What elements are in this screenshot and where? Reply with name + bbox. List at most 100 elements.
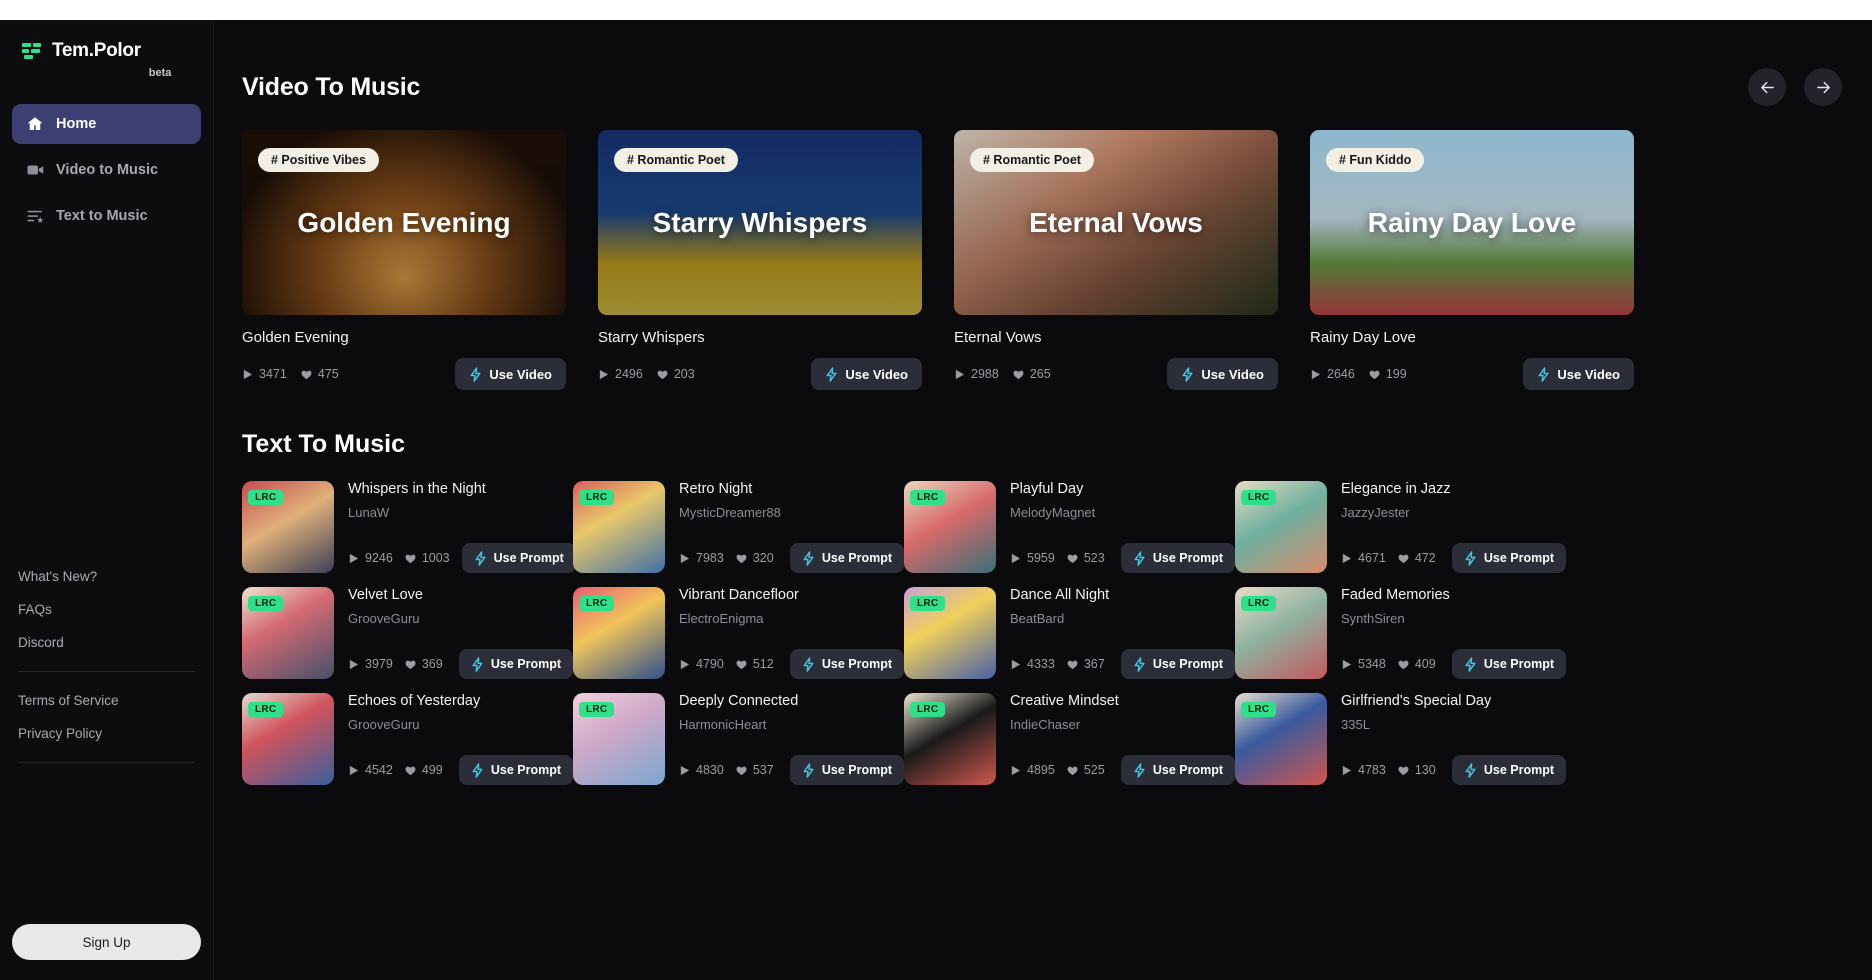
video-thumbnail[interactable]: # Romantic Poet Starry Whispers — [598, 130, 922, 315]
carousel-next-button[interactable] — [1804, 68, 1842, 106]
play-icon — [1342, 553, 1352, 563]
use-prompt-button[interactable]: Use Prompt — [789, 649, 904, 679]
video-thumbnail[interactable]: # Romantic Poet Eternal Vows — [954, 130, 1278, 315]
play-count-value: 4790 — [696, 657, 724, 671]
use-prompt-button[interactable]: Use Prompt — [1120, 543, 1235, 573]
video-card-title: Rainy Day Love — [1310, 329, 1416, 346]
use-prompt-button[interactable]: Use Prompt — [458, 755, 573, 785]
play-count: 4671 — [1341, 551, 1386, 565]
track-thumbnail[interactable]: LRC — [242, 587, 334, 679]
track-thumbnail[interactable]: LRC — [573, 693, 665, 785]
use-prompt-button[interactable]: Use Prompt — [789, 755, 904, 785]
lightning-bolt-icon — [1134, 656, 1145, 672]
text-music-item[interactable]: LRC Retro Night MysticDreamer88 7983 320 Use … — [573, 481, 904, 573]
use-prompt-button[interactable]: Use Prompt — [458, 649, 573, 679]
text-music-item[interactable]: LRC Echoes of Yesterday GrooveGuru 4542 499 U… — [242, 693, 573, 785]
like-count: 367 — [1067, 657, 1105, 671]
sidebar-footer-links: What's New? FAQs Discord Terms of Servic… — [12, 560, 201, 775]
track-thumbnail[interactable]: LRC — [1235, 481, 1327, 573]
video-tag-badge: # Romantic Poet — [970, 148, 1094, 172]
track-thumbnail[interactable]: LRC — [904, 587, 996, 679]
video-overlay-title: Rainy Day Love — [1367, 206, 1577, 238]
text-music-item[interactable]: LRC Girlfriend's Special Day 335L 4783 130 Us… — [1235, 693, 1566, 785]
sidebar-link-discord[interactable]: Discord — [12, 626, 201, 659]
track-artist: HarmonicHeart — [679, 717, 767, 732]
track-body: Retro Night MysticDreamer88 7983 320 Use Pro… — [679, 481, 904, 573]
text-music-item[interactable]: LRC Velvet Love GrooveGuru 3979 369 Use Promp… — [242, 587, 573, 679]
track-thumbnail[interactable]: LRC — [242, 481, 334, 573]
use-prompt-button[interactable]: Use Prompt — [789, 543, 904, 573]
text-music-item[interactable]: LRC Faded Memories SynthSiren 5348 409 Use Pr… — [1235, 587, 1566, 679]
like-count-value: 265 — [1029, 367, 1051, 381]
text-music-item[interactable]: LRC Vibrant Dancefloor ElectroEnigma 4790 51… — [573, 587, 904, 679]
sidebar-item-video-to-music[interactable]: Video to Music — [12, 150, 201, 190]
track-thumbnail[interactable]: LRC — [573, 481, 665, 573]
arrow-left-icon — [1760, 81, 1774, 93]
track-artist: LunaW — [348, 505, 390, 520]
video-card[interactable]: # Fun Kiddo Rainy Day Love Rainy Day Love 2… — [1310, 130, 1634, 390]
track-title: Creative Mindset — [1010, 693, 1119, 709]
play-count: 4542 — [348, 763, 393, 777]
video-card[interactable]: # Romantic Poet Starry Whispers Starry Whi… — [598, 130, 922, 390]
track-title: Girlfriend's Special Day — [1341, 693, 1492, 709]
like-count: 523 — [1067, 551, 1105, 565]
use-prompt-button[interactable]: Use Prompt — [1120, 755, 1235, 785]
track-thumbnail[interactable]: LRC — [904, 693, 996, 785]
track-title: Velvet Love — [348, 587, 423, 603]
use-prompt-label: Use Prompt — [490, 763, 561, 777]
sidebar-item-text-to-music[interactable]: Text to Music — [12, 196, 201, 236]
sidebar-link-privacy-policy[interactable]: Privacy Policy — [12, 717, 201, 750]
use-video-button[interactable]: Use Video — [811, 358, 922, 390]
track-title: Deeply Connected — [679, 693, 799, 709]
track-thumbnail[interactable]: LRC — [573, 587, 665, 679]
text-music-item[interactable]: LRC Deeply Connected HarmonicHeart 4830 537 U… — [573, 693, 904, 785]
video-thumbnail[interactable]: # Positive Vibes Golden Evening — [242, 130, 566, 315]
like-count-value: 537 — [752, 763, 774, 777]
text-music-item[interactable]: LRC Creative Mindset IndieChaser 4895 525 Use… — [904, 693, 1235, 785]
track-thumbnail[interactable]: LRC — [1235, 587, 1327, 679]
like-count: 369 — [405, 657, 443, 671]
track-thumbnail[interactable]: LRC — [1235, 693, 1327, 785]
heart-icon — [1013, 370, 1024, 379]
carousel-prev-button[interactable] — [1748, 68, 1786, 106]
use-prompt-button[interactable]: Use Prompt — [1451, 755, 1566, 785]
use-prompt-label: Use Prompt — [821, 551, 892, 565]
video-thumbnail[interactable]: # Fun Kiddo Rainy Day Love — [1310, 130, 1634, 315]
play-icon — [349, 659, 359, 669]
track-thumbnail[interactable]: LRC — [242, 693, 334, 785]
sidebar-item-home[interactable]: Home — [12, 104, 201, 144]
track-artist: MysticDreamer88 — [679, 505, 781, 520]
use-prompt-button[interactable]: Use Prompt — [1120, 649, 1235, 679]
sidebar-link-faqs[interactable]: FAQs — [12, 593, 201, 626]
use-prompt-button[interactable]: Use Prompt — [461, 543, 576, 573]
sidebar-link-terms-of-service[interactable]: Terms of Service — [12, 684, 201, 717]
video-section-title: Video To Music — [242, 72, 421, 101]
use-prompt-button[interactable]: Use Prompt — [1451, 649, 1566, 679]
text-music-item[interactable]: LRC Elegance in Jazz JazzyJester 4671 472 Use… — [1235, 481, 1566, 573]
heart-icon — [405, 660, 416, 669]
like-count-value: 525 — [1083, 763, 1105, 777]
video-overlay-title: Golden Evening — [297, 206, 511, 238]
use-video-button[interactable]: Use Video — [455, 358, 566, 390]
track-meta: 4790 512 Use Prompt — [679, 649, 904, 679]
text-music-item[interactable]: LRC Playful Day MelodyMagnet 5959 523 Use Pro… — [904, 481, 1235, 573]
like-count: 512 — [736, 657, 774, 671]
track-artist: 335L — [1341, 717, 1370, 732]
track-thumbnail[interactable]: LRC — [904, 481, 996, 573]
brand-logo[interactable]: Tem.Polor beta — [12, 20, 201, 82]
sidebar-link-whats-new[interactable]: What's New? — [12, 560, 201, 593]
text-music-item[interactable]: LRC Whispers in the Night LunaW 9246 1003 Use… — [242, 481, 576, 573]
play-count: 2988 — [954, 367, 999, 381]
use-video-button[interactable]: Use Video — [1167, 358, 1278, 390]
lrc-badge: LRC — [1241, 702, 1277, 717]
video-card[interactable]: # Romantic Poet Eternal Vows Eternal Vows 2… — [954, 130, 1278, 390]
use-prompt-label: Use Prompt — [821, 763, 892, 777]
sign-up-button[interactable]: Sign Up — [12, 924, 201, 960]
use-prompt-label: Use Prompt — [1483, 657, 1554, 671]
use-prompt-button[interactable]: Use Prompt — [1451, 543, 1566, 573]
use-video-button[interactable]: Use Video — [1523, 358, 1634, 390]
video-card[interactable]: # Positive Vibes Golden Evening Golden Eve… — [242, 130, 566, 390]
play-count: 2496 — [598, 367, 643, 381]
text-to-music-grid: LRC Whispers in the Night LunaW 9246 1003 Use… — [242, 481, 1872, 785]
text-music-item[interactable]: LRC Dance All Night BeatBard 4333 367 Use Pro… — [904, 587, 1235, 679]
